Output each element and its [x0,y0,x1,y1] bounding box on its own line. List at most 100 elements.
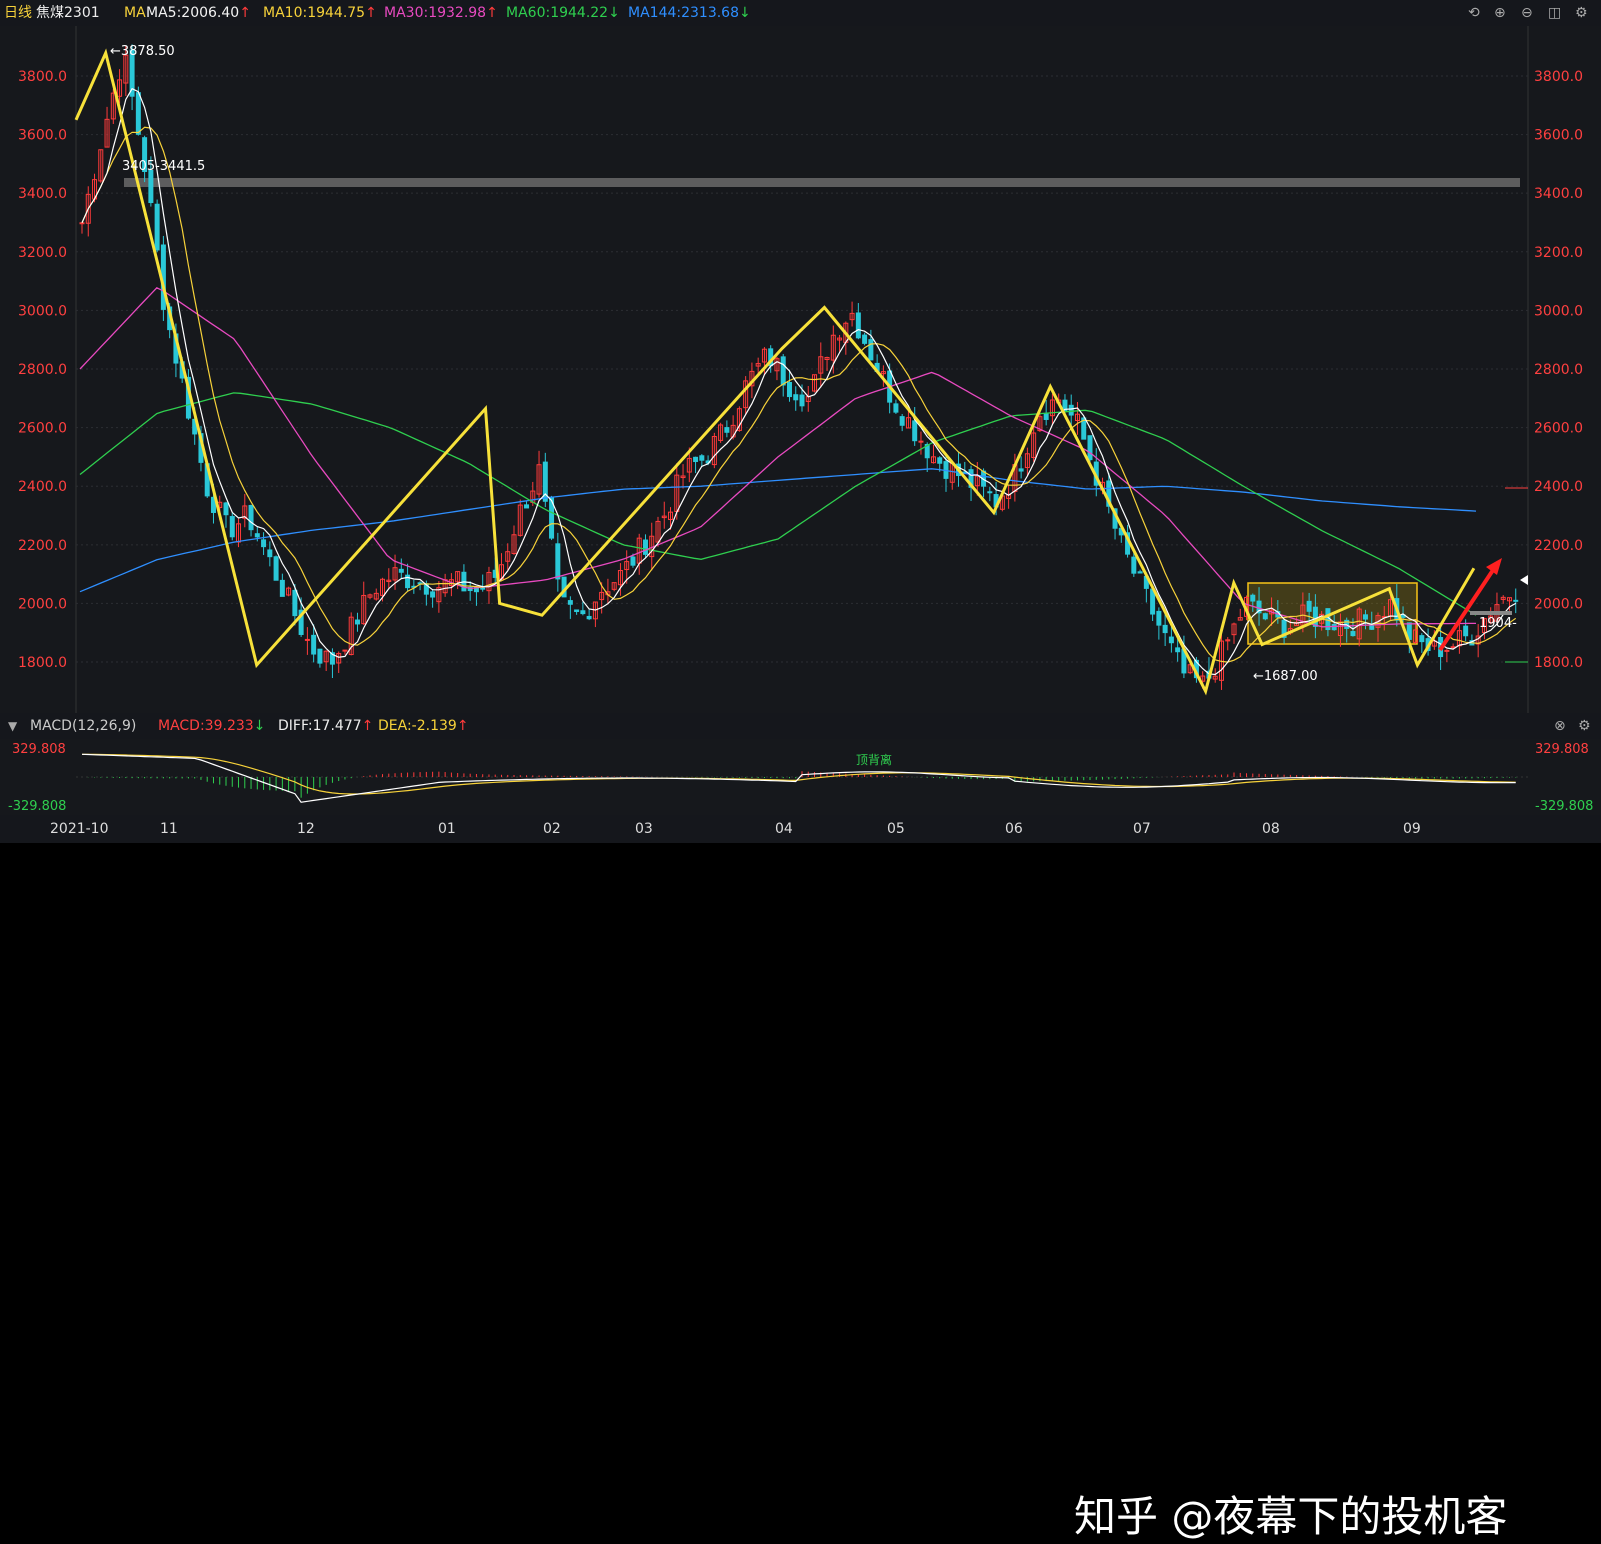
candle-body [912,420,918,442]
close-icon[interactable]: ⊗ [1554,713,1566,739]
candle-body [699,455,705,461]
candle-body [574,609,580,613]
x-tick-label: 2021-10 [50,821,109,837]
candle-body [580,610,586,615]
candle-body [229,516,235,538]
time-axis: 2021-10 11 12 01 02 03 04 05 06 07 08 09 [0,815,1601,843]
candle-body [555,543,561,580]
diff-line [81,753,1516,803]
zoom-in-icon[interactable]: ⊕ [1494,0,1506,26]
y-tick-label: 3400.0 [18,186,67,202]
y-tick-label: 2200.0 [18,538,67,554]
candle-body [567,600,573,605]
zoom-out-icon[interactable]: ⊖ [1521,0,1533,26]
candle-body [937,457,943,464]
diff-value: DIFF:17.477↑ [278,718,374,734]
candle-body [780,356,786,386]
x-tick-label: 01 [438,821,456,837]
candle-body [480,587,486,590]
window-icon[interactable]: ◫ [1548,0,1561,26]
candle-body [862,334,868,344]
candle-body [1419,635,1425,643]
x-tick-label: 06 [1005,821,1023,837]
y-tick-label: 2800.0 [1534,362,1583,378]
ma60-line [79,392,1477,616]
candle-body [292,589,298,617]
candle-body [223,502,229,516]
y-tick-label: 3600.0 [1534,128,1583,144]
candle-body [1087,435,1093,461]
recent-annotation: 1904- [1479,616,1517,631]
candle-body [273,556,279,581]
undo-icon[interactable]: ⟲ [1468,0,1480,26]
candle-body [799,394,805,407]
candle-body [1068,404,1074,416]
macd-panel[interactable]: 329.808 -329.808 329.808 -329.808 顶背离 知乎… [0,739,1601,1541]
y-tick-label: 3000.0 [1534,303,1583,319]
macd-axis-top-right: 329.808 [1535,742,1589,757]
divergence-label: 顶背离 [856,752,892,767]
candle-body [1137,571,1143,574]
y-tick-label: 3200.0 [18,245,67,261]
price-chart[interactable]: 3800.0 3600.0 3400.0 3200.0 3000.0 2800.0 2600… [0,26,1601,713]
candle-body [630,556,636,566]
candle-body [899,416,905,426]
candle-body [79,222,85,225]
macd-indicator-bar: ▼ MACD(12,26,9) MACD:39.233↓ DIFF:17.477… [0,713,1601,739]
y-tick-label: 2000.0 [1534,596,1583,612]
candle-body [586,615,592,620]
ma60-value: MA60:1944.22↓ [506,5,620,21]
x-tick-label: 08 [1262,821,1280,837]
y-tick-label: 2400.0 [1534,479,1583,495]
candle-body [1444,649,1450,652]
candle-body [267,549,273,558]
candle-body [430,591,436,598]
candle-body [893,403,899,413]
y-tick-label: 3200.0 [1534,245,1583,261]
y-tick-label: 3400.0 [1534,186,1583,202]
candle-body [642,539,648,555]
macd-chart[interactable]: 329.808 -329.808 329.808 -329.808 顶背离 [0,739,1601,815]
settings-icon[interactable]: ⚙ [1578,713,1591,739]
resistance-zone [124,178,1520,187]
candle-body [855,312,861,339]
candle-body [1043,412,1049,420]
y-tick-label: 2600.0 [18,421,67,437]
ma144-line [79,468,1477,593]
candle-body [1162,624,1168,634]
watermark: 知乎 @夜幕下的投机客 [1074,1492,1508,1541]
period-label[interactable]: 日线 [4,0,32,26]
y-tick-label: 2000.0 [18,596,67,612]
candle-body [1312,606,1318,627]
ma30-value: MA30:1932.98↑ [384,5,498,21]
candle-body [524,504,530,509]
settings-icon[interactable]: ⚙ [1575,0,1588,26]
macd-title[interactable]: MACD(12,26,9) [30,713,136,739]
y-tick-label: 2800.0 [18,362,67,378]
candle-body [987,491,993,494]
candle-body [693,456,699,463]
candle-body [154,203,160,251]
symbol-label[interactable]: 焦煤2301 [36,0,100,26]
y-tick-label: 3000.0 [18,303,67,319]
candle-body [918,440,924,443]
candle-body [354,619,360,625]
price-chart-panel[interactable]: 3800.0 3600.0 3400.0 3200.0 3000.0 2800.0 2600… [0,26,1601,713]
dea-line [81,753,1516,795]
ma144-value: MA144:2313.68↓ [628,5,751,21]
candle-body [304,638,310,641]
x-tick-label: 09 [1403,821,1421,837]
x-tick-label: 04 [775,821,793,837]
candle-body [868,339,874,361]
candle-body [1513,599,1519,602]
macd-axis-top: 329.808 [12,742,66,757]
dea-value: DEA:-2.139↑ [378,718,469,734]
candle-body [1175,647,1181,653]
collapse-icon[interactable]: ▼ [8,713,17,739]
high-annotation: ←3878.50 [110,44,175,59]
candle-body [1168,636,1174,644]
candle-body [148,169,154,204]
ma-prefix: MA [124,5,146,21]
candle-body [1018,468,1024,472]
last-price-marker [1520,575,1528,585]
